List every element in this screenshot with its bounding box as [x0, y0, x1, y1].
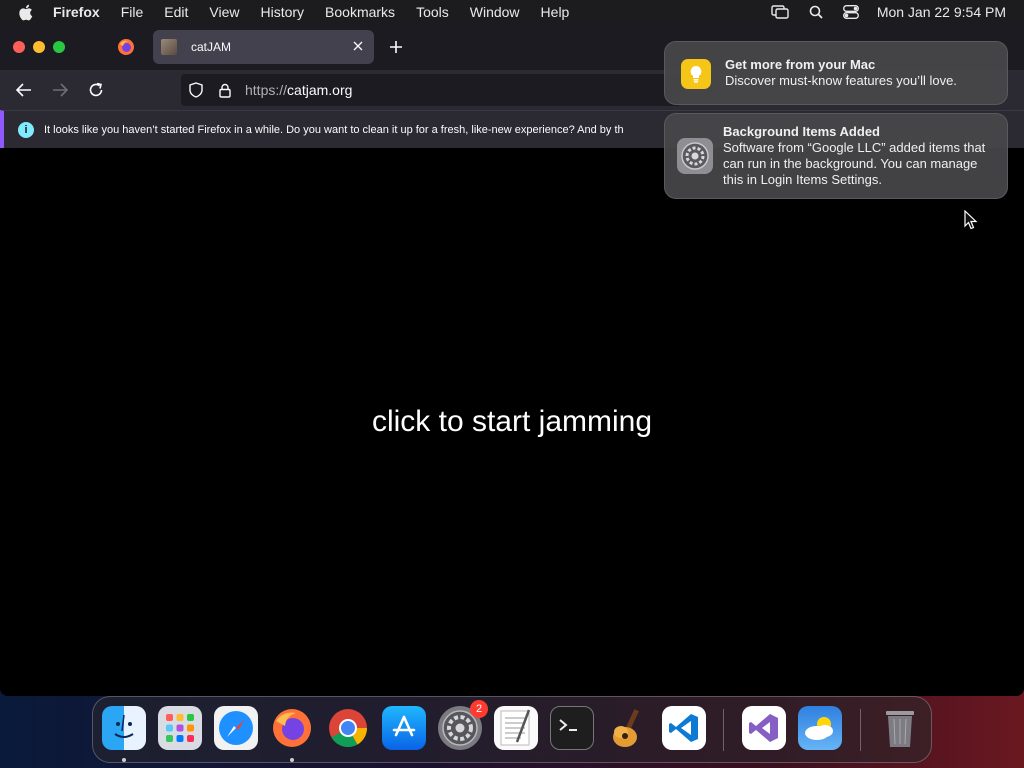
menu-edit[interactable]: Edit [164, 4, 188, 20]
menu-clock[interactable]: Mon Jan 22 9:54 PM [877, 4, 1006, 20]
lightbulb-icon [681, 59, 711, 89]
dock-finder-icon[interactable] [102, 706, 146, 750]
tab-title: catJAM [191, 40, 232, 54]
dock-running-indicator [122, 758, 126, 762]
menu-window[interactable]: Window [470, 4, 520, 20]
notification-body: Discover must-know features you’ll love. [725, 73, 957, 88]
window-zoom-button[interactable] [53, 41, 65, 53]
dock-terminal-icon[interactable] [550, 706, 594, 750]
info-icon: i [18, 121, 34, 138]
lock-icon[interactable] [219, 82, 235, 98]
dock: 2 [92, 696, 932, 763]
info-message: It looks like you haven’t started Firefo… [44, 123, 624, 136]
window-close-button[interactable] [13, 41, 25, 53]
notification-text: Get more from your Mac Discover must-kno… [725, 42, 957, 89]
menu-bar: Firefox File Edit View History Bookmarks… [0, 0, 1024, 24]
dock-firefox-icon[interactable] [270, 706, 314, 750]
menu-file[interactable]: File [121, 4, 144, 20]
tracking-protection-shield-icon[interactable] [189, 82, 205, 98]
screen-mirroring-icon[interactable] [771, 5, 789, 19]
dock-chrome-icon[interactable] [326, 706, 370, 750]
mouse-pointer-icon [964, 210, 978, 230]
dock-trash-icon[interactable] [878, 706, 922, 750]
menu-tools[interactable]: Tools [416, 4, 449, 20]
spotlight-search-icon[interactable] [809, 5, 823, 19]
notification-get-more[interactable]: Get more from your Mac Discover must-kno… [664, 41, 1008, 105]
notification-title: Get more from your Mac [725, 57, 876, 72]
dock-garageband-icon[interactable] [606, 706, 650, 750]
window-minimize-button[interactable] [33, 41, 45, 53]
tab-favicon [161, 39, 177, 55]
firefox-view-icon[interactable] [117, 38, 135, 56]
menu-history[interactable]: History [260, 4, 304, 20]
notification-badge: 2 [470, 700, 488, 718]
url-bar[interactable]: https://catjam.org [181, 74, 681, 106]
new-tab-icon[interactable] [387, 38, 405, 56]
menu-app-name[interactable]: Firefox [53, 4, 100, 20]
dock-visual-studio-icon[interactable] [742, 706, 786, 750]
control-center-icon[interactable] [842, 5, 859, 19]
dock-launchpad-icon[interactable] [158, 706, 202, 750]
gear-icon [677, 138, 713, 174]
url-text[interactable]: https://catjam.org [245, 82, 352, 98]
tab-close-icon[interactable] [350, 38, 366, 54]
start-jamming-prompt[interactable]: click to start jamming [0, 405, 1024, 439]
dock-weather-icon[interactable] [798, 706, 842, 750]
notification-body: Software from “Google LLC” added items t… [723, 140, 986, 187]
reload-icon[interactable] [86, 80, 106, 100]
apple-menu-icon[interactable] [18, 4, 36, 21]
dock-safari-icon[interactable] [214, 706, 258, 750]
dock-separator [723, 709, 724, 751]
notification-text: Background Items Added Software from “Go… [723, 114, 993, 188]
menu-bookmarks[interactable]: Bookmarks [325, 4, 395, 20]
dock-vscode-icon[interactable] [662, 706, 706, 750]
dock-textedit-icon[interactable] [494, 706, 538, 750]
notification-background-items[interactable]: Background Items Added Software from “Go… [664, 113, 1008, 199]
page-content[interactable]: click to start jamming [0, 150, 1024, 696]
notification-title: Background Items Added [723, 124, 880, 139]
dock-system-settings-icon[interactable]: 2 [438, 700, 488, 750]
menu-help[interactable]: Help [541, 4, 570, 20]
back-arrow-icon[interactable] [14, 80, 34, 100]
menu-view[interactable]: View [209, 4, 239, 20]
dock-running-indicator [290, 758, 294, 762]
dock-separator [860, 709, 861, 751]
dock-app-store-icon[interactable] [382, 706, 426, 750]
forward-arrow-icon[interactable] [50, 80, 70, 100]
tab-catjam[interactable]: catJAM [153, 30, 374, 64]
